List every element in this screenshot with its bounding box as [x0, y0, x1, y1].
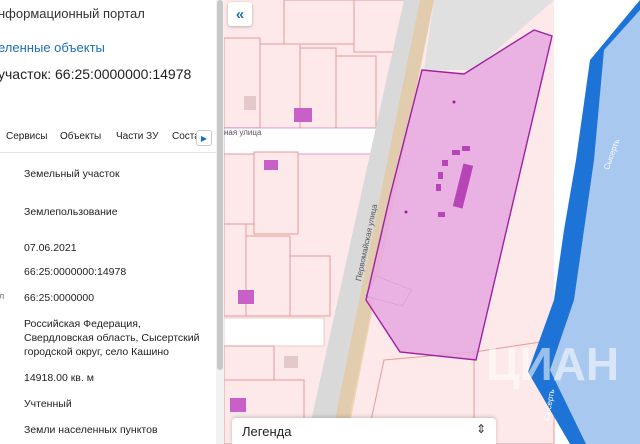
date-value: 07.06.2021 — [24, 242, 77, 254]
map-building — [294, 108, 312, 122]
map-building — [436, 184, 441, 191]
cadastral-number-value: 66:25:0000000:14978 — [24, 266, 127, 278]
map-lot — [283, 0, 355, 45]
status-value: Учтенный — [24, 398, 72, 410]
collapse-panel-button[interactable]: « — [228, 2, 252, 26]
map-building — [284, 356, 298, 368]
tab-services[interactable]: Сервисы — [6, 131, 47, 142]
tab-objects[interactable]: Объекты — [60, 131, 101, 142]
map-building — [244, 96, 256, 110]
street-label-top: ная улица — [224, 128, 262, 137]
tab-bar: Сервисы Объекты Части ЗУ Соста — [0, 122, 216, 153]
panel-scrollbar[interactable] — [216, 0, 224, 444]
tab-parts[interactable]: Части ЗУ — [116, 131, 158, 142]
map-watermark: ЦИАН — [486, 338, 619, 390]
map-building — [238, 290, 254, 304]
portal-title: нформационный портал — [0, 6, 145, 21]
map-building — [452, 150, 460, 155]
area-value: 14918.00 кв. м — [24, 372, 94, 384]
tabs-next-button[interactable]: ▶ — [196, 130, 212, 146]
cadastral-map[interactable]: ЦИАН ная улица Первомайская улица Сысерт… — [224, 0, 640, 444]
scrollbar-thumb[interactable] — [217, 0, 223, 370]
map-lot — [335, 55, 377, 137]
map-building — [438, 172, 443, 179]
legend-bar[interactable]: Легенда ⇕ — [232, 418, 496, 444]
map-point — [404, 210, 408, 214]
map-building — [462, 146, 470, 151]
map-building — [442, 160, 448, 166]
map-lot — [289, 255, 331, 317]
address-value: Российская Федерация, Свердловская облас… — [24, 318, 200, 358]
selected-objects-link[interactable]: еленные объекты — [0, 40, 105, 55]
map-canvas: ЦИАН — [224, 0, 640, 444]
parcel-title: участок: 66:25:0000000:14978 — [0, 66, 192, 82]
chevron-right-icon: ▶ — [200, 133, 208, 143]
legend-label: Легенда — [242, 424, 292, 439]
land-category-value: Земли населенных пунктов — [24, 424, 158, 436]
map-lot — [224, 37, 261, 129]
double-chevron-left-icon: « — [235, 5, 245, 23]
object-kind-value: Землепользование — [24, 206, 118, 218]
map-point — [452, 100, 456, 104]
map-street-band — [224, 317, 325, 347]
object-type-value: Земельный участок — [24, 168, 120, 180]
up-down-chevron-icon[interactable]: ⇕ — [476, 422, 486, 436]
map-building — [230, 398, 246, 412]
map-lot — [224, 153, 255, 225]
cadastral-quarter-value: 66:25:0000000 — [24, 292, 95, 304]
map-building — [438, 212, 445, 217]
info-panel: нформационный портал еленные объекты уча… — [0, 0, 216, 444]
map-building — [264, 160, 278, 170]
